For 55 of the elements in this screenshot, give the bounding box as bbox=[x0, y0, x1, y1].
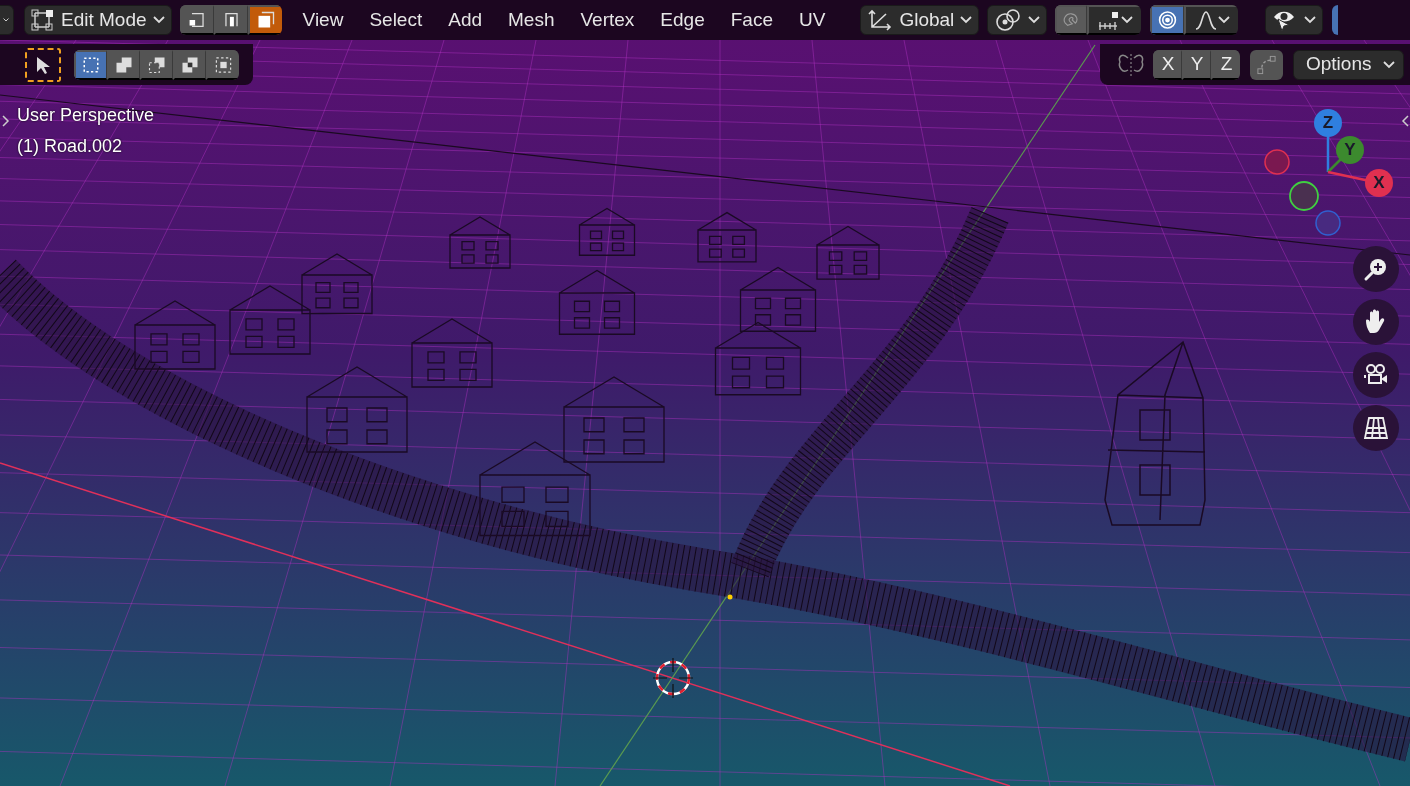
falloff-dropdown[interactable] bbox=[1184, 5, 1239, 35]
target-rings-icon bbox=[1158, 8, 1178, 32]
selectability-dropdown[interactable] bbox=[1265, 5, 1324, 35]
menu-item[interactable]: Select bbox=[356, 5, 436, 35]
pivot-dropdown[interactable] bbox=[987, 5, 1048, 35]
snap-target-dropdown[interactable] bbox=[1087, 5, 1142, 35]
mesh-vertices-icon bbox=[31, 9, 55, 31]
mirror-axis-toggle[interactable]: Z bbox=[1211, 49, 1240, 80]
menu-item[interactable]: Face bbox=[717, 5, 786, 35]
snap-toggle[interactable] bbox=[1055, 5, 1088, 35]
mirror-axis-toggle[interactable]: X bbox=[1153, 49, 1182, 80]
pivot-icon bbox=[994, 8, 1023, 32]
falloff-curve-icon bbox=[1194, 9, 1219, 31]
cursor-arrow-icon bbox=[34, 54, 52, 75]
menu-item[interactable]: Vertex bbox=[567, 5, 648, 35]
topology-icon bbox=[1256, 53, 1277, 76]
chevron-icon bbox=[1028, 16, 1041, 24]
3d-cursor-icon bbox=[652, 657, 694, 699]
menu-item[interactable]: Mesh bbox=[495, 5, 568, 35]
box-select-mode-toggle[interactable] bbox=[140, 49, 173, 80]
mirror-axis-toggle[interactable]: Y bbox=[1182, 49, 1211, 80]
menu-item[interactable]: UV bbox=[786, 5, 839, 35]
viewport-info-text: (1) Road.002 bbox=[17, 135, 123, 158]
select-mode-toggle[interactable] bbox=[213, 5, 248, 35]
orientation-dropdown[interactable]: Global bbox=[860, 5, 980, 35]
box-select-mode-toggle[interactable] bbox=[206, 49, 239, 80]
box-select-mode-toggle[interactable] bbox=[74, 49, 107, 80]
chevron-icon bbox=[152, 16, 165, 24]
proportional-editing-toggle[interactable] bbox=[1150, 5, 1185, 35]
sidebar-toggle-icon[interactable] bbox=[1, 114, 10, 128]
menu-item[interactable]: Add bbox=[435, 5, 495, 35]
chevron-icon bbox=[1121, 16, 1134, 24]
chevron-icon bbox=[960, 16, 973, 24]
axes-icon bbox=[867, 8, 894, 32]
zoom-icon bbox=[1363, 256, 1389, 282]
box-select-mode-toggle[interactable] bbox=[173, 49, 206, 80]
chevron-icon bbox=[3, 16, 9, 24]
viewport-info-text: User Perspective bbox=[17, 104, 155, 127]
mode-dropdown[interactable]: Edit Mode bbox=[24, 5, 172, 35]
overlay-toggle[interactable] bbox=[1332, 5, 1339, 35]
chevron-icon bbox=[1304, 16, 1317, 24]
menu-item[interactable]: Edge bbox=[647, 5, 718, 35]
box-select-mode-toggle[interactable] bbox=[107, 49, 140, 80]
sidebar-toggle-icon[interactable] bbox=[1401, 114, 1410, 128]
grid-icon bbox=[1363, 415, 1389, 441]
options-dropdown[interactable]: Options bbox=[1293, 49, 1405, 80]
chevron-icon bbox=[1383, 60, 1396, 69]
tweak-tool-button[interactable] bbox=[25, 47, 61, 82]
chevron-icon bbox=[1218, 16, 1231, 24]
select-mode-toggle[interactable] bbox=[247, 5, 282, 35]
origin-point bbox=[727, 594, 733, 600]
select-mode-toggle[interactable] bbox=[179, 5, 214, 35]
topology-mirror-toggle[interactable] bbox=[1250, 49, 1283, 80]
menu-item[interactable]: View bbox=[289, 5, 357, 35]
butterfly-mirror-icon bbox=[1117, 51, 1145, 78]
